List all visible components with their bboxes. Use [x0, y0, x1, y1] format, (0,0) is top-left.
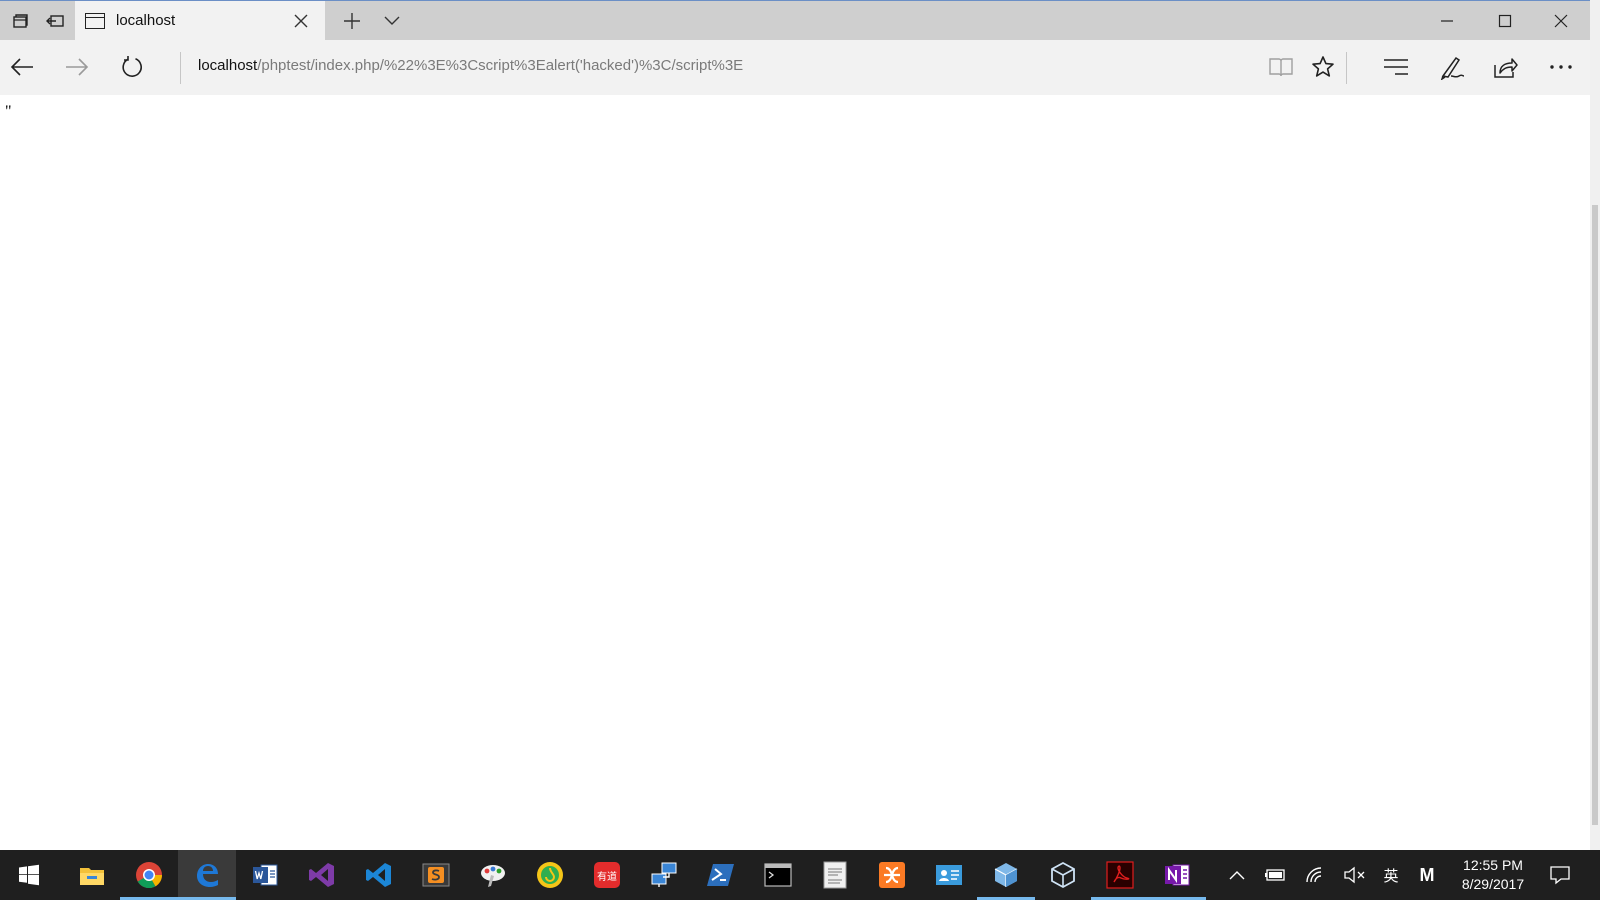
close-tab-icon[interactable] — [289, 9, 313, 33]
xampp-icon[interactable] — [863, 850, 921, 900]
clock-time: 12:55 PM — [1463, 857, 1523, 873]
vertical-scrollbar[interactable] — [1590, 0, 1600, 850]
web-note-pen-icon[interactable] — [1430, 47, 1474, 87]
reading-view-icon[interactable] — [1259, 47, 1303, 87]
minimize-icon[interactable] — [1418, 1, 1476, 41]
share-icon[interactable] — [1483, 47, 1527, 87]
windows-start-icon[interactable] — [0, 850, 58, 900]
3d-builder-icon[interactable] — [977, 850, 1035, 900]
taskbar: 有道 英 M 12:55 PM 8/29/2017 — [0, 850, 1600, 900]
sublime-text-icon[interactable] — [407, 850, 465, 900]
edge-icon[interactable] — [178, 850, 236, 900]
file-explorer-icon[interactable] — [63, 850, 121, 900]
tab-title: localhost — [116, 12, 176, 29]
page-text: " — [5, 103, 12, 120]
address-host: localhost — [198, 57, 258, 74]
scrollbar-thumb[interactable] — [1592, 205, 1598, 825]
browser-window: localhost localhost/phptest/index.php/%2… — [0, 0, 1590, 850]
tab-list-chevron-icon[interactable] — [372, 1, 412, 41]
ime-chinese-icon[interactable]: 英 — [1376, 850, 1406, 900]
terminal-icon[interactable] — [749, 850, 807, 900]
acrobat-icon[interactable] — [1091, 850, 1149, 900]
vscode-icon[interactable] — [350, 850, 408, 900]
set-aside-tabs-icon[interactable] — [35, 1, 75, 41]
remote-desktop-icon[interactable] — [635, 850, 693, 900]
paint-icon[interactable] — [464, 850, 522, 900]
refresh-icon[interactable] — [110, 47, 154, 87]
more-dots-icon[interactable] — [1539, 47, 1583, 87]
address-bar[interactable]: localhost/phptest/index.php/%22%3E%3Cscr… — [198, 57, 743, 74]
maximize-icon[interactable] — [1476, 1, 1534, 41]
clock-date: 8/29/2017 — [1461, 876, 1525, 892]
hub-icon[interactable] — [1374, 47, 1418, 87]
word-icon[interactable] — [236, 850, 294, 900]
clock[interactable]: 12:55 PM 8/29/2017 — [1445, 856, 1541, 894]
youdao-dict-icon[interactable]: 有道 — [578, 850, 636, 900]
favorite-star-icon[interactable] — [1301, 47, 1345, 87]
page-icon — [85, 13, 105, 29]
music-app-icon[interactable] — [521, 850, 579, 900]
address-path: /phptest/index.php/%22%3E%3Cscript%3Eale… — [257, 57, 744, 74]
contacts-app-icon[interactable] — [920, 850, 978, 900]
youdao-label: 有道 — [597, 870, 617, 883]
battery-icon[interactable] — [1259, 850, 1293, 900]
digital-paper-icon[interactable] — [806, 850, 864, 900]
visual-studio-icon[interactable] — [293, 850, 351, 900]
page-content: " — [0, 95, 1590, 850]
ime-mode-icon[interactable]: M — [1410, 850, 1444, 900]
chrome-icon[interactable] — [120, 850, 178, 900]
navigation-bar: localhost/phptest/index.php/%22%3E%3Cscr… — [0, 40, 1590, 95]
address-separator — [180, 52, 181, 84]
volume-muted-icon[interactable] — [1338, 850, 1372, 900]
nav-separator — [1346, 52, 1347, 84]
back-arrow-icon[interactable] — [0, 47, 44, 87]
action-center-icon[interactable] — [1543, 850, 1577, 900]
close-icon[interactable] — [1532, 1, 1590, 41]
virtualbox-icon[interactable] — [1034, 850, 1092, 900]
tab-localhost[interactable]: localhost — [75, 1, 325, 41]
title-bar: localhost — [0, 0, 1590, 41]
show-hidden-chevron-icon[interactable] — [1220, 850, 1254, 900]
powershell-icon[interactable] — [692, 850, 750, 900]
forward-arrow-icon[interactable] — [55, 47, 99, 87]
wifi-icon[interactable] — [1299, 850, 1333, 900]
new-tab-icon[interactable] — [332, 1, 372, 41]
onenote-icon[interactable] — [1148, 850, 1206, 900]
tab-preview-icon[interactable] — [0, 1, 40, 41]
